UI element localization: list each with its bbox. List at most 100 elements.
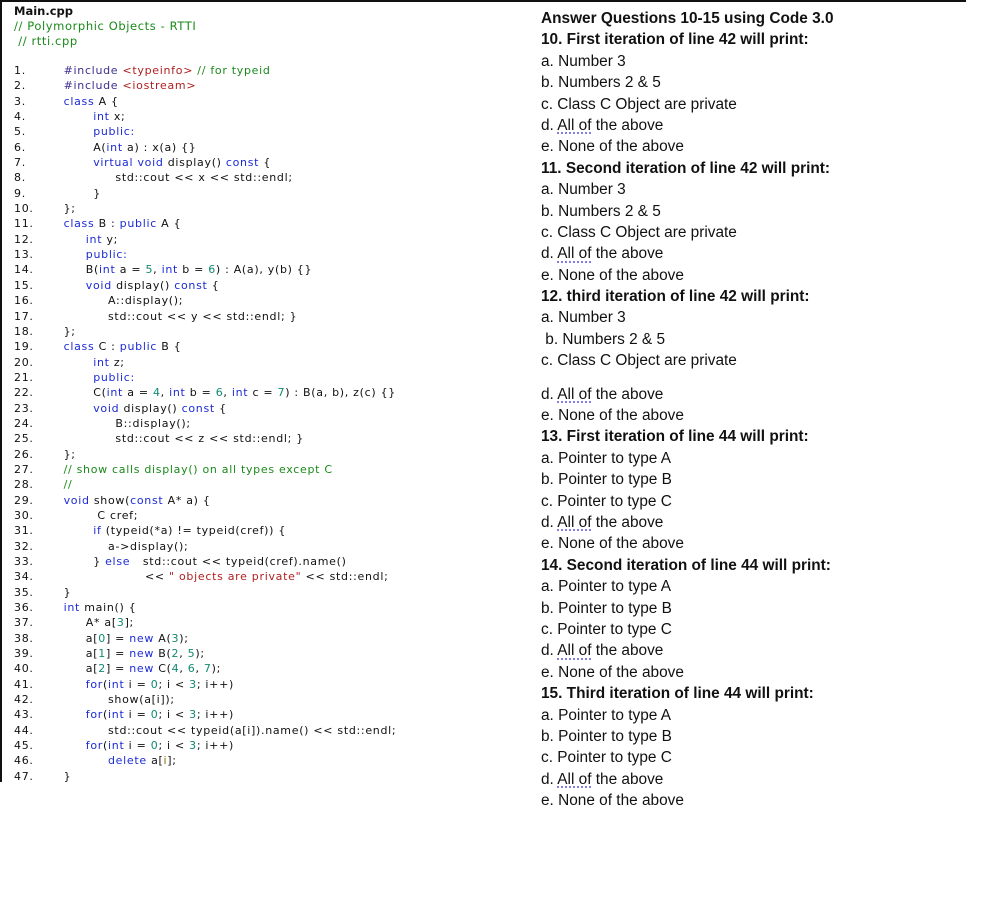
code-token-kw: for — [85, 708, 104, 722]
code-token-str: <typeinfo> — [122, 64, 194, 77]
code-token-txt: , — [179, 647, 188, 661]
answer-option: a. Pointer to type A — [541, 706, 672, 724]
code-token-num: 7 — [203, 662, 212, 676]
code-token-txt: a[ — [151, 754, 164, 768]
code-token-kw: int — [106, 386, 128, 400]
code-text: // show calls display() on all types exc… — [64, 462, 333, 477]
code-text: public: — [86, 247, 128, 262]
line-number: 1. — [14, 64, 26, 77]
answer-option: b. Pointer to type B — [541, 471, 672, 489]
answer-option: b. Numbers 2 & 5 — [541, 330, 666, 348]
code-text: } else std::cout << typeid(cref).name() — [93, 554, 346, 569]
answer-option: e. None of the above — [541, 792, 684, 810]
answer-option: a. Number 3 — [541, 181, 626, 199]
code-text: B(int a = 5, int b = 6) : A(a), y(b) {} — [86, 262, 312, 277]
code-token-kw: new — [129, 647, 159, 661]
code-token-txt: B::display(); — [115, 416, 191, 430]
line-number: 46. — [14, 754, 34, 768]
option-suffix: the above — [591, 385, 664, 403]
code-text: int x; — [93, 109, 125, 124]
answer-option: b. Pointer to type B — [541, 599, 672, 617]
code-token-txt: << — [145, 570, 170, 584]
line-number: 27. — [14, 462, 34, 476]
code-token-kw: virtual void — [93, 156, 168, 170]
code-token-txt: A( — [93, 140, 107, 154]
option-suffix: the above — [591, 770, 664, 788]
code-text: class B : public A { — [64, 216, 182, 231]
spellcheck-underline: All of — [557, 642, 592, 660]
line-number: 5. — [14, 125, 26, 139]
line-number: 9. — [14, 186, 26, 200]
question-prompt: 10. First iteration of line 42 will prin… — [541, 31, 809, 49]
code-token-kw: int — [161, 263, 183, 277]
code-text: A* a[3]; — [86, 615, 134, 630]
code-token-txt: } — [63, 585, 72, 599]
answer-option: d. All of the above — [541, 640, 981, 661]
code-token-kw: public — [119, 340, 162, 354]
code-text: int y; — [86, 232, 118, 247]
code-token-txt: y; — [106, 232, 119, 246]
code-panel: Main.cpp // Polymorphic Objects - RTTI /… — [0, 2, 522, 783]
code-token-kw: int — [93, 110, 114, 124]
code-token-num: 0 — [98, 631, 106, 645]
answer-option: c. Class C Object are private — [541, 223, 737, 241]
code-token-num: 2 — [98, 662, 106, 676]
code-token-txt: B { — [161, 340, 182, 354]
line-number: 11. — [14, 217, 34, 231]
code-token-num: 3 — [189, 708, 197, 722]
line-number: 25. — [14, 432, 34, 446]
code-token-txt: ]; — [124, 616, 134, 630]
code-token-kw: void — [85, 278, 117, 292]
answer-option: d. All of the above — [541, 384, 981, 405]
code-token-num: 1 — [98, 647, 106, 661]
header-comment: // rtti.cpp — [14, 34, 78, 48]
line-number: 38. — [14, 631, 34, 645]
code-token-txt: ) : A(a), y(b) {} — [215, 263, 313, 277]
answer-option: e. None of the above — [541, 663, 684, 681]
line-number: 21. — [14, 370, 34, 384]
code-token-txt: ; i++) — [196, 739, 235, 753]
line-number: 37. — [14, 616, 34, 630]
code-token-txt: ); — [195, 647, 205, 661]
code-token-kw: public: — [93, 125, 135, 139]
code-token-txt: std::cout << typeid(a[i]).name() << std:… — [108, 723, 397, 737]
code-text: for(int i = 0; i < 3; i++) — [86, 707, 234, 722]
answer-option: c. Class C Object are private — [541, 95, 737, 113]
code-token-kw: int — [108, 677, 129, 691]
line-number: 15. — [14, 278, 34, 292]
line-number: 47. — [14, 769, 34, 783]
code-token-com: // — [63, 478, 73, 492]
question-prompt: 12. third iteration of line 42 will prin… — [541, 288, 810, 306]
code-token-kw: const — [130, 493, 168, 507]
spellcheck-underline: All of — [557, 245, 592, 263]
answer-option: b. Pointer to type B — [541, 727, 672, 745]
option-prefix: d. — [541, 116, 558, 134]
spellcheck-underline: All of — [557, 385, 592, 403]
code-token-txt: display() — [167, 156, 226, 170]
code-token-num: 5 — [145, 263, 154, 277]
code-token-txt: ; i++) — [196, 677, 235, 691]
line-number: 29. — [14, 493, 34, 507]
line-number: 2. — [14, 79, 26, 93]
code-token-kw: public — [119, 217, 162, 231]
code-token-txt: std::cout << typeid(cref).name() — [134, 555, 347, 568]
option-suffix: the above — [591, 513, 664, 531]
code-token-txt: show(a[i]); — [108, 693, 175, 707]
line-number: 7. — [14, 156, 26, 170]
line-number: 24. — [14, 416, 34, 430]
answer-option: e. None of the above — [541, 138, 684, 156]
spellcheck-underline: All of — [557, 513, 592, 531]
line-number: 30. — [14, 508, 34, 522]
code-text: class A { — [64, 94, 119, 109]
code-text: }; — [64, 447, 76, 462]
code-token-kw: else — [105, 555, 135, 568]
code-text: B::display(); — [115, 416, 190, 431]
code-text: std::cout << typeid(a[i]).name() << std:… — [108, 723, 396, 738]
code-token-txt: }; — [63, 324, 76, 338]
code-token-txt: a = — [119, 263, 146, 277]
code-token-kw: void — [93, 401, 124, 415]
answer-option: c. Pointer to type C — [541, 749, 672, 767]
line-number: 3. — [14, 94, 26, 108]
line-number: 17. — [14, 309, 34, 323]
option-prefix: d. — [541, 385, 558, 403]
